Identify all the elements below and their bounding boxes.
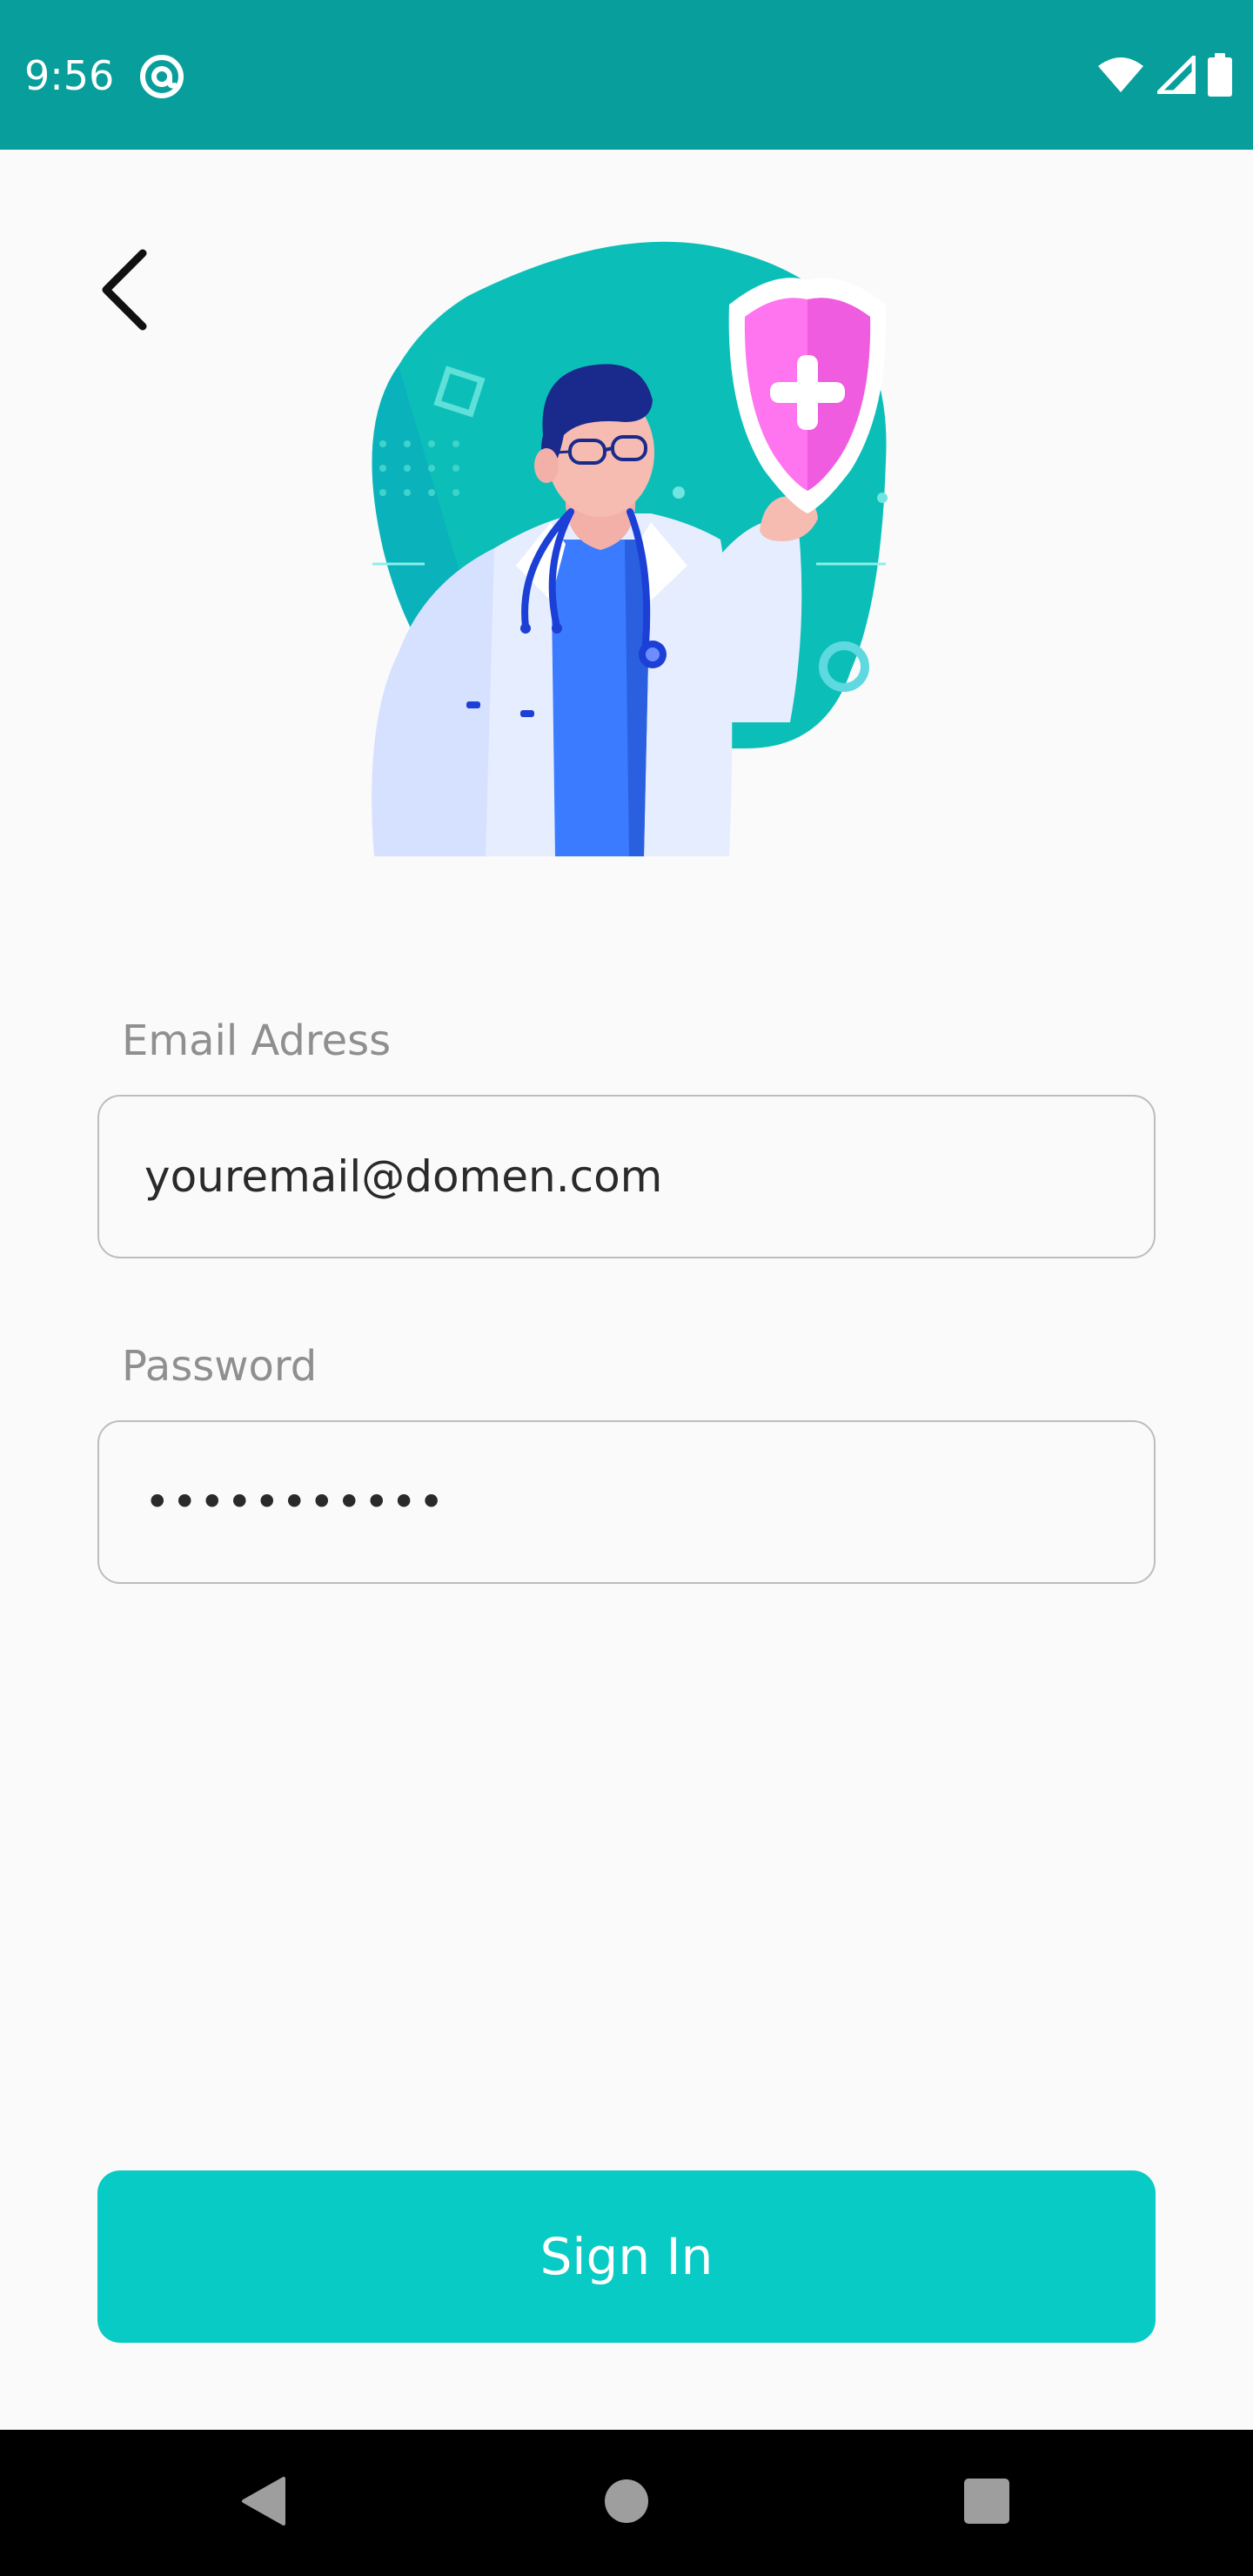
status-time: 9:56 (24, 52, 115, 99)
battery-icon (1208, 53, 1232, 100)
nav-recents-icon (964, 2479, 1009, 2527)
navigation-bar (0, 2430, 1253, 2576)
email-label: Email Adress (122, 1016, 392, 1065)
doctor-illustration (364, 235, 903, 862)
nav-back-button[interactable] (193, 2430, 332, 2576)
nav-home-icon (604, 2479, 649, 2527)
email-field[interactable] (144, 1097, 1119, 1257)
back-button[interactable] (84, 244, 164, 339)
status-icons (1096, 52, 1232, 101)
password-masked-value: ••••••••••• (144, 1477, 446, 1527)
password-field[interactable]: ••••••••••• (97, 1420, 1156, 1584)
status-bar: 9:56 (0, 0, 1253, 150)
password-label: Password (122, 1342, 318, 1391)
wifi-icon (1096, 56, 1145, 97)
chevron-left-icon (97, 248, 150, 335)
at-sign-icon (137, 52, 186, 101)
sign-in-button[interactable]: Sign In (97, 2170, 1156, 2343)
doctor-with-shield-icon (372, 241, 888, 856)
nav-recents-button[interactable] (917, 2430, 1056, 2576)
nav-back-icon (238, 2475, 287, 2531)
sign-in-screen: 9:56 Email Adress youremail@domen.com Pa… (0, 0, 1253, 2576)
email-field-container[interactable] (97, 1095, 1156, 1258)
signal-icon (1156, 55, 1196, 97)
nav-home-button[interactable] (557, 2430, 696, 2576)
